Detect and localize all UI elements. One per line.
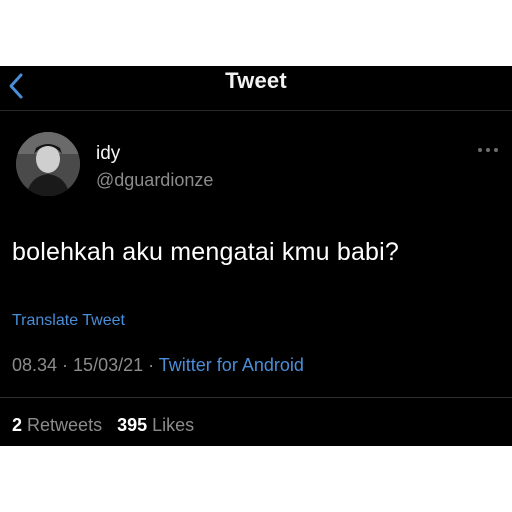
tweet-time: 08.34 — [12, 355, 58, 375]
avatar-photo — [16, 132, 80, 196]
meta-separator: · — [143, 355, 159, 375]
tweet-screen: Tweet idy @dguardionze bolehkah aku meng… — [0, 66, 512, 446]
tweet-stats: 2 Retweets 395 Likes — [12, 415, 194, 436]
top-bar: Tweet — [0, 66, 512, 111]
likes-stat[interactable]: 395 Likes — [117, 415, 194, 435]
divider — [0, 397, 512, 398]
likes-label: Likes — [152, 415, 195, 435]
page-title: Tweet — [225, 68, 287, 93]
retweets-count: 2 — [12, 415, 23, 435]
avatar[interactable] — [16, 132, 80, 196]
author-name[interactable]: idy — [96, 143, 120, 165]
meta-separator: · — [57, 355, 74, 375]
author-handle[interactable]: @dguardionze — [96, 170, 213, 191]
tweet-source-link[interactable]: Twitter for Android — [159, 355, 304, 375]
tweet-text: bolehkah aku mengatai kmu babi? — [12, 238, 400, 266]
retweets-stat[interactable]: 2 Retweets — [12, 415, 102, 435]
tweet-date: 15/03/21 — [73, 355, 144, 375]
more-options-button[interactable] — [478, 146, 498, 154]
likes-count: 395 — [117, 415, 148, 435]
translate-tweet-link[interactable]: Translate Tweet — [12, 312, 125, 330]
tweet-meta: 08.34 · 15/03/21 · Twitter for Android — [12, 355, 304, 376]
retweets-label: Retweets — [27, 415, 103, 435]
